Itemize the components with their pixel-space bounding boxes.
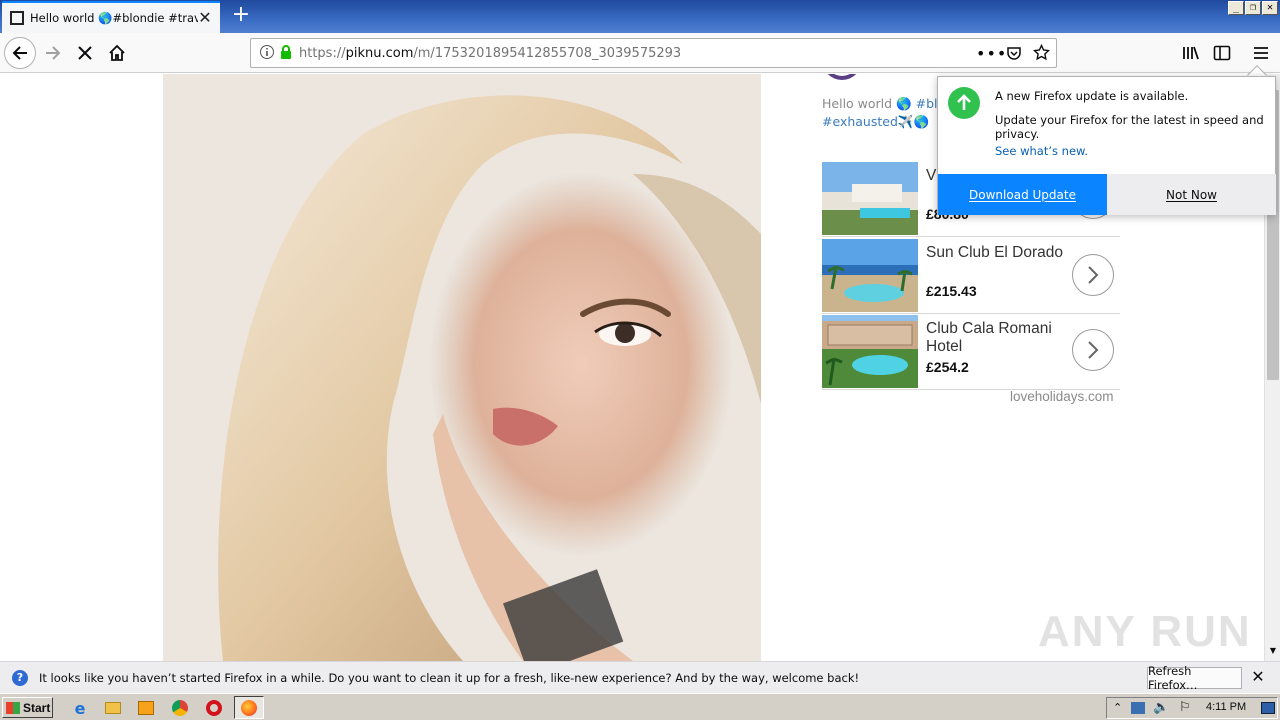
hotel-name: Sun Club El Dorado: [926, 244, 1063, 261]
home-icon: [109, 44, 125, 61]
url-text: https://piknu.com/m/1753201895412855708_…: [299, 45, 682, 61]
show-hidden-icons-icon[interactable]: ⌃: [1113, 701, 1122, 714]
browser-tab[interactable]: Hello world 🌎#blondie #travel #r ✕: [2, 1, 220, 33]
minimize-button[interactable]: _: [1228, 1, 1244, 15]
start-label: Start: [23, 700, 51, 715]
hotel-name: Club Cala Romani Hotel: [926, 320, 1052, 355]
watermark-logo: ANY RUN: [1038, 607, 1252, 656]
volume-icon[interactable]: 🔈: [1153, 700, 1169, 715]
system-tray: ⌃ 🔈 ⚐: [1106, 697, 1278, 719]
clock: 4:11 PM: [1206, 701, 1247, 713]
page-favicon-icon: [10, 11, 24, 25]
hotel-thumbnail: [822, 162, 918, 235]
menu-button[interactable]: [1246, 38, 1276, 68]
taskbar: Start e ⌃ 🔈 ⚐ 4:11 PM: [0, 693, 1280, 720]
portrait-illustration: [163, 74, 761, 661]
forward-arrow-icon: [46, 46, 61, 60]
sidebar-icon: [1213, 45, 1231, 61]
start-button[interactable]: Start: [2, 697, 53, 718]
update-popup: A new Firefox update is available. Updat…: [937, 76, 1276, 215]
stop-button[interactable]: [70, 38, 100, 68]
ad-arrow-button[interactable]: [1072, 254, 1114, 296]
notification-bar: ? It looks like you haven’t started Fire…: [0, 661, 1280, 693]
tab-close-icon[interactable]: ✕: [198, 10, 212, 26]
media-player-icon[interactable]: [136, 698, 156, 718]
site-info-icon[interactable]: [259, 44, 275, 63]
hotel-price: £254.2: [926, 359, 969, 375]
opera-icon[interactable]: [204, 698, 224, 718]
chevron-right-icon: [1088, 266, 1099, 284]
back-arrow-icon: [12, 46, 27, 60]
folder-icon[interactable]: [103, 698, 123, 718]
windows-logo-icon: [6, 701, 20, 714]
url-bar[interactable]: https://piknu.com/m/1753201895412855708_…: [250, 38, 1057, 68]
back-button[interactable]: [4, 37, 36, 69]
caption-text: Hello world 🌎: [822, 96, 916, 111]
library-button[interactable]: [1176, 38, 1206, 68]
navigation-toolbar: https://piknu.com/m/1753201895412855708_…: [0, 33, 1280, 73]
hotel-price: £215.43: [926, 283, 977, 299]
ad-item[interactable]: Club Cala Romani Hotel £254.2: [822, 314, 1120, 390]
ie-icon[interactable]: e: [70, 698, 90, 718]
page-actions-icon[interactable]: •••: [976, 44, 1007, 63]
restore-button[interactable]: ❐: [1245, 1, 1261, 15]
close-icon[interactable]: ✕: [1250, 668, 1266, 686]
home-button[interactable]: [102, 38, 132, 68]
post-caption-line2: #exhausted✈️🌎: [822, 114, 929, 130]
hashtag-link[interactable]: #exhausted: [822, 114, 898, 129]
popup-body: Update your Firefox for the latest in sp…: [995, 113, 1264, 141]
refresh-firefox-button[interactable]: Refresh Firefox…: [1147, 664, 1242, 692]
avatar[interactable]: [822, 74, 862, 80]
post-caption: Hello world 🌎 #blon: [822, 96, 953, 112]
new-tab-button[interactable]: +: [228, 4, 254, 28]
post-photo: [163, 74, 761, 661]
network-icon[interactable]: [1131, 702, 1145, 714]
ad-item[interactable]: Sun Club El Dorado £215.43: [822, 238, 1120, 314]
firefox-icon: [241, 699, 257, 716]
pocket-icon[interactable]: [1006, 45, 1022, 64]
hamburger-icon: [1254, 47, 1268, 59]
caption-emoji: ✈️🌎: [897, 114, 930, 129]
bookmark-star-icon[interactable]: [1032, 43, 1051, 64]
whats-new-link[interactable]: See what’s new.: [995, 144, 1088, 158]
library-icon: [1183, 46, 1199, 60]
lock-icon: [279, 44, 293, 63]
hotel-name: V: [926, 167, 937, 184]
chrome-icon[interactable]: [170, 698, 190, 718]
firefox-taskbar-button[interactable]: [234, 696, 264, 719]
notification-message: It looks like you haven’t started Firefo…: [39, 670, 860, 685]
ad-source-link[interactable]: loveholidays.com: [1010, 389, 1114, 404]
forward-button[interactable]: [38, 38, 68, 68]
hotel-thumbnail: [822, 315, 918, 388]
update-arrow-icon: [948, 87, 980, 119]
ad-arrow-button[interactable]: [1072, 329, 1114, 371]
flag-icon[interactable]: ⚐: [1179, 700, 1191, 715]
stop-x-icon: [78, 46, 92, 60]
download-update-button[interactable]: Download Update: [938, 174, 1107, 215]
chevron-right-icon: [1088, 341, 1099, 359]
close-window-button[interactable]: ✕: [1262, 1, 1278, 15]
scroll-down-icon[interactable]: ▼: [1267, 646, 1279, 658]
info-icon: ?: [12, 669, 28, 686]
tab-title: Hello world 🌎#blondie #travel #r: [30, 11, 198, 25]
show-desktop-icon[interactable]: [1261, 702, 1275, 714]
sidebar-button[interactable]: [1207, 38, 1237, 68]
hotel-thumbnail: [822, 239, 918, 312]
popup-title: A new Firefox update is available.: [995, 89, 1189, 103]
not-now-button[interactable]: Not Now: [1107, 174, 1276, 215]
tab-strip: Hello world 🌎#blondie #travel #r ✕ + _ ❐…: [0, 0, 1280, 33]
